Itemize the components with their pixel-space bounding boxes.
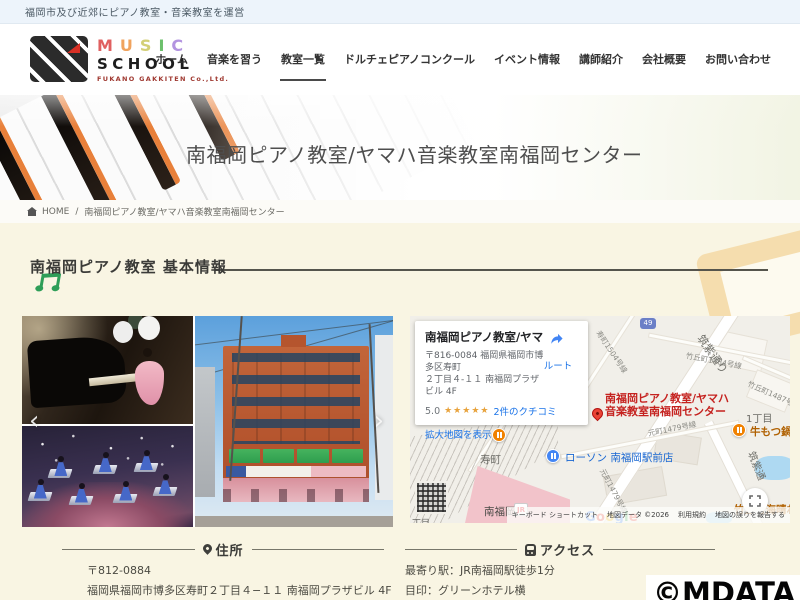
- convenience-store-icon[interactable]: [546, 449, 560, 463]
- nav-item-ドルチェピアノコンクール[interactable]: ドルチェピアノコンクール: [343, 39, 476, 81]
- rating-value: 5.0: [425, 405, 441, 417]
- address-text: 〒812-0884 福岡県福岡市博多区寿町２丁目４−１１ 南福岡プラザビル 4F: [87, 561, 392, 600]
- nav-item-お問い合わせ[interactable]: お問い合わせ: [704, 39, 772, 81]
- site-header: MUSIC SCHOOL FUKANO GAKKITEN Co.,Ltd. ホー…: [0, 24, 800, 95]
- main-content: 南福岡ピアノ教室 基本情報 ‹ › 筑紫通り 寿町1504号線 竹丘町1484号…: [0, 223, 800, 600]
- address-section-header: 住所: [62, 540, 385, 559]
- map-info-card: 南福岡ピアノ教室/ヤマハ音楽... 〒816-0084 福岡県福岡市博多区寿町 …: [415, 321, 588, 441]
- hero-banner: 南福岡ピアノ教室/ヤマハ音楽教室南福岡センター: [0, 95, 800, 200]
- photo-carousel: ‹ ›: [22, 316, 393, 527]
- breadcrumb-home-link[interactable]: HOME: [42, 207, 69, 217]
- main-nav: ホーム 音楽を習う 教室一覧 ドルチェピアノコンクール イベント情報 講師紹介 会社概要 お問…: [154, 24, 772, 95]
- expand-map-link[interactable]: 拡大地図を表示: [425, 427, 578, 441]
- stage-performer: [152, 474, 180, 504]
- carousel-photo-building: [195, 316, 393, 527]
- site-tagline: 福岡市及び近郊にピアノ教室・音楽教室を運営: [25, 8, 245, 19]
- home-icon: [27, 206, 37, 216]
- page: 福岡市及び近郊にピアノ教室・音楽教室を運営 MUSIC SCHOOL FUKAN…: [0, 0, 800, 600]
- page-title: 南福岡ピアノ教室/ヤマハ音楽教室南福岡センター: [186, 143, 643, 167]
- landmark: 目印：グリーンホテル横: [405, 584, 526, 597]
- map-poi-label[interactable]: ローソン 南福岡駅前店: [565, 450, 673, 465]
- stage-performer: [27, 478, 55, 509]
- section-heading: 南福岡ピアノ教室 基本情報: [30, 258, 227, 276]
- access-section-header: アクセス: [405, 540, 716, 559]
- nav-item-ホーム[interactable]: ホーム: [154, 39, 189, 81]
- nav-item-教室一覧[interactable]: 教室一覧: [279, 39, 326, 81]
- breadcrumb-separator: /: [75, 206, 79, 217]
- map-card-title: 南福岡ピアノ教室/ヤマハ音楽...: [425, 330, 543, 344]
- restaurant-icon[interactable]: [732, 423, 746, 437]
- route-button[interactable]: ルート: [538, 331, 578, 372]
- location-pin-icon[interactable]: [589, 405, 606, 422]
- train-icon: [524, 543, 536, 556]
- map-route-badge: 49: [640, 318, 656, 329]
- stage-performer: [112, 480, 140, 511]
- report-error-link[interactable]: 地図の誤りを報告する: [715, 510, 785, 520]
- keyboard-shortcuts-link[interactable]: キーボード ショートカット: [512, 510, 598, 520]
- address-section-title: 住所: [215, 544, 244, 559]
- map-label: 丁目: [412, 516, 430, 523]
- breadcrumb-current: 南福岡ピアノ教室/ヤマハ音楽教室南福岡センター: [84, 208, 285, 218]
- section-divider: [215, 269, 768, 271]
- stage-performer: [92, 452, 120, 482]
- top-info-bar: 福岡市及び近郊にピアノ教室・音楽教室を運営: [0, 0, 800, 24]
- reviews-link[interactable]: 2件のクチコミ: [493, 404, 556, 418]
- mdata-watermark: ©MDATA: [646, 575, 800, 600]
- address-pin-icon: [200, 541, 214, 555]
- rating-stars: ★★★★★: [444, 406, 490, 416]
- terms-link[interactable]: 利用規約: [678, 510, 706, 520]
- map-card-address: 〒816-0084 福岡県福岡市博多区寿町 ２丁目４-１１ 南福岡プラザビル 4…: [425, 351, 544, 397]
- nav-item-音楽を習う[interactable]: 音楽を習う: [206, 39, 263, 81]
- google-map-embed[interactable]: 筑紫通り 寿町1504号線 竹丘町1484号線 竹丘町1487号線 寿町1509…: [410, 316, 790, 523]
- postal-code: 〒812-0884: [87, 564, 151, 577]
- expand-arrows-icon: [749, 495, 761, 507]
- logo-piano-icon: [30, 36, 88, 82]
- carousel-photo-recital: [22, 316, 193, 424]
- nav-item-会社概要[interactable]: 会社概要: [641, 39, 687, 81]
- carousel-next-button[interactable]: ›: [374, 408, 384, 434]
- map-data-label: 地図データ ©2026: [606, 511, 669, 519]
- map-qr-code: [415, 481, 448, 514]
- map-location-label: 南福岡ピアノ教室/ヤマハ 音楽教室南福岡センター: [605, 392, 730, 418]
- map-label: 1丁目: [746, 414, 773, 425]
- carousel-prev-button[interactable]: ‹: [29, 408, 39, 434]
- map-label: 寿町: [480, 454, 501, 466]
- access-section-title: アクセス: [539, 544, 596, 559]
- breadcrumb: HOME / 南福岡ピアノ教室/ヤマハ音楽教室南福岡センター: [0, 200, 800, 223]
- map-attribution: キーボード ショートカット 地図データ ©2026 利用規約 地図の誤りを報告す…: [506, 507, 790, 523]
- nav-item-イベント情報[interactable]: イベント情報: [493, 39, 561, 81]
- stage-performer: [68, 482, 96, 513]
- map-poi-label[interactable]: 牛もつ鍋: [750, 424, 790, 439]
- nav-item-講師紹介[interactable]: 講師紹介: [578, 39, 624, 81]
- carousel-photo-ensemble-stage: [22, 426, 193, 527]
- directions-icon: [551, 333, 563, 344]
- street-address: 福岡県福岡市博多区寿町２丁目４−１１ 南福岡プラザビル 4F: [87, 584, 392, 597]
- nearest-station: 最寄り駅：JR南福岡駅徒歩1分: [405, 564, 555, 577]
- access-text: 最寄り駅：JR南福岡駅徒歩1分 目印：グリーンホテル横: [405, 561, 555, 600]
